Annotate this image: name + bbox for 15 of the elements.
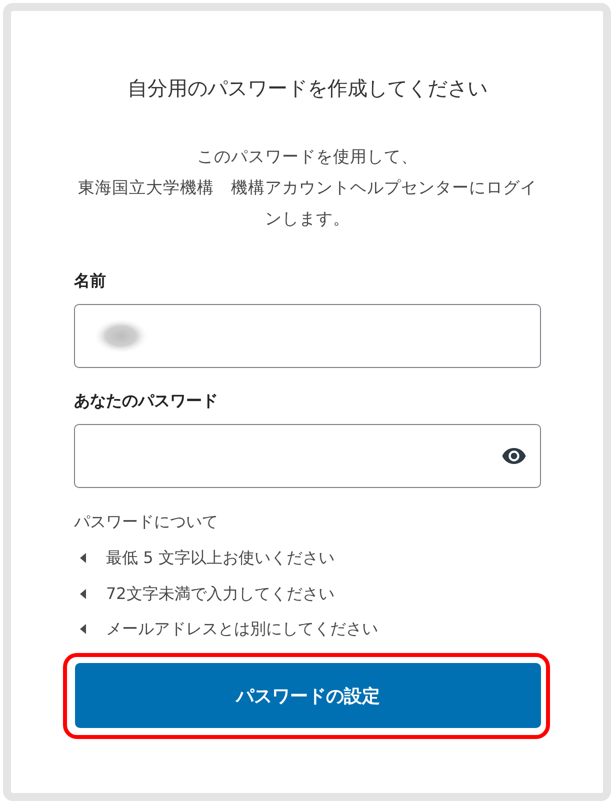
left-triangle-icon — [80, 624, 86, 634]
field-label: あなたのパスワード — [74, 390, 218, 412]
eye-icon[interactable] — [502, 448, 526, 464]
left-triangle-icon — [80, 588, 86, 598]
description-text: このパスワードを使用して、 東海国立大学機構 機構アカウントヘルプセンターにログインします。 — [77, 146, 538, 230]
dialog-title: 自分用のパスワードを作成してください — [126, 75, 488, 102]
rule-text: 最低 5 文字以上お使いください — [106, 547, 334, 569]
rule-text: 72文字未満で入力してください — [106, 582, 334, 604]
field-label: 名前 — [74, 270, 106, 292]
rule-text: メールアドレスとは別にしてください — [106, 618, 378, 640]
left-triangle-icon — [80, 553, 86, 563]
name-input-field[interactable] — [74, 304, 541, 368]
set-password-button[interactable]: パスワードの設定 — [75, 663, 541, 728]
rules-heading: パスワードについて — [74, 511, 218, 533]
password-input-field[interactable] — [74, 424, 541, 488]
